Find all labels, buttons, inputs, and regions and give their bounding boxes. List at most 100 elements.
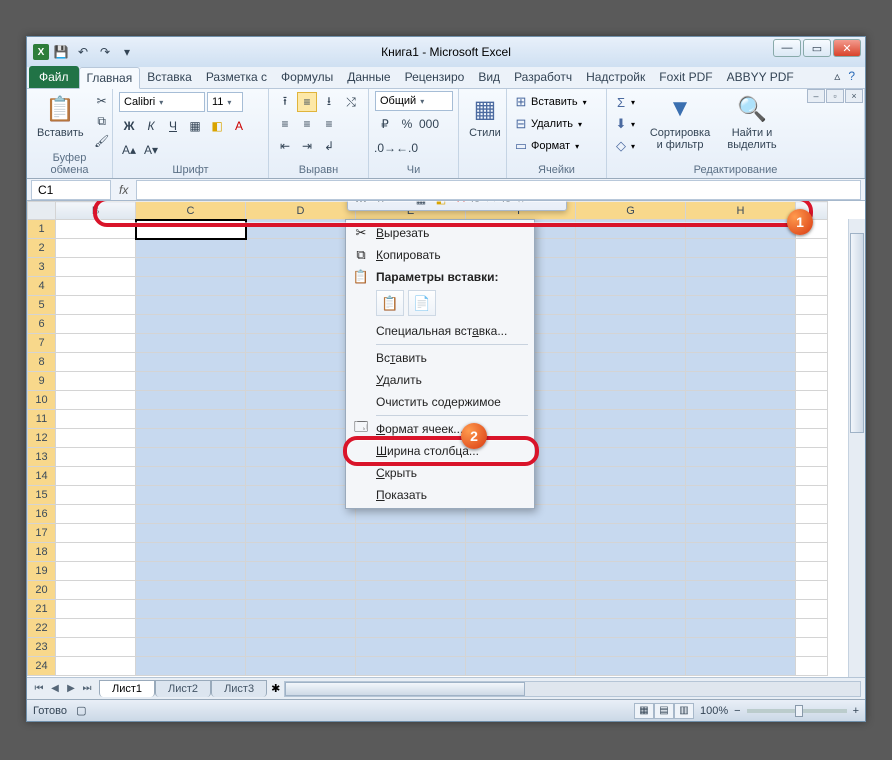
mini-italic[interactable]: К <box>372 201 390 208</box>
row-header-7[interactable]: 7 <box>28 334 56 353</box>
ctx-insert[interactable]: Вставить <box>348 347 532 369</box>
increase-indent-button[interactable]: ⇥ <box>297 136 317 156</box>
cell[interactable] <box>796 657 828 676</box>
cell[interactable] <box>576 410 686 429</box>
cell[interactable] <box>136 486 246 505</box>
cell[interactable] <box>356 657 466 676</box>
mini-bold[interactable]: Ж <box>352 201 370 208</box>
ribbon-tab-2[interactable]: Разметка с <box>199 67 274 88</box>
cell[interactable] <box>686 448 796 467</box>
scrollbar-thumb[interactable] <box>285 682 525 696</box>
cell[interactable] <box>686 524 796 543</box>
row-header-22[interactable]: 22 <box>28 619 56 638</box>
cell[interactable] <box>246 600 356 619</box>
cell[interactable] <box>136 543 246 562</box>
cell[interactable] <box>136 258 246 277</box>
name-box[interactable]: C1 <box>31 180 111 200</box>
cell[interactable] <box>686 391 796 410</box>
align-middle-button[interactable]: ≡ <box>297 92 317 112</box>
cell[interactable] <box>796 638 828 657</box>
column-header-C[interactable]: C <box>136 202 246 220</box>
cell[interactable] <box>686 220 796 239</box>
cell[interactable] <box>246 657 356 676</box>
cell[interactable] <box>56 239 136 258</box>
ctx-copy[interactable]: ⧉Копировать <box>348 244 532 266</box>
qat-customize-button[interactable]: ▾ <box>117 42 137 62</box>
fx-button[interactable]: fx <box>111 183 136 197</box>
cell[interactable] <box>466 657 576 676</box>
cell[interactable] <box>356 562 466 581</box>
column-header-B[interactable]: B <box>56 202 136 220</box>
cell[interactable] <box>356 619 466 638</box>
cell[interactable] <box>686 486 796 505</box>
view-normal-button[interactable]: ▦ <box>634 703 654 719</box>
cell[interactable] <box>576 505 686 524</box>
sheet-nav-prev[interactable]: ◀ <box>47 681 63 697</box>
cell[interactable] <box>56 334 136 353</box>
align-bottom-button[interactable]: ⭳ <box>319 92 339 112</box>
vertical-scrollbar[interactable] <box>848 219 865 677</box>
cell[interactable] <box>686 467 796 486</box>
ctx-format-cells[interactable]: 🗔Формат ячеек... <box>348 418 532 440</box>
formula-input[interactable] <box>136 180 861 200</box>
wb-close-button[interactable]: × <box>845 89 863 103</box>
cut-button[interactable]: ✂ <box>92 91 112 111</box>
cell[interactable] <box>796 600 828 619</box>
mini-merge[interactable]: ⬌ <box>512 201 530 208</box>
cell[interactable] <box>576 524 686 543</box>
number-format-combo[interactable]: Общий▾ <box>375 91 453 111</box>
ctx-column-width[interactable]: Ширина столбца... <box>348 440 532 462</box>
cell[interactable] <box>796 543 828 562</box>
horizontal-scrollbar[interactable] <box>284 681 861 697</box>
column-header-D[interactable]: D <box>246 202 356 220</box>
cell[interactable] <box>686 410 796 429</box>
cell[interactable] <box>576 486 686 505</box>
cell[interactable] <box>246 619 356 638</box>
grow-font-button[interactable]: A▴ <box>119 140 139 160</box>
minimize-button[interactable]: — <box>773 39 801 57</box>
sort-filter-button[interactable]: ▼ Сортировка и фильтр <box>645 91 715 153</box>
cell[interactable] <box>246 448 356 467</box>
cell[interactable] <box>576 638 686 657</box>
cell[interactable] <box>246 258 356 277</box>
row-header-18[interactable]: 18 <box>28 543 56 562</box>
cell[interactable] <box>136 410 246 429</box>
cell[interactable] <box>246 543 356 562</box>
cell[interactable] <box>576 296 686 315</box>
cell[interactable] <box>576 562 686 581</box>
ribbon-tab-10[interactable]: ABBYY PDF <box>720 67 801 88</box>
cell[interactable] <box>686 277 796 296</box>
row-header-16[interactable]: 16 <box>28 505 56 524</box>
cell[interactable] <box>466 619 576 638</box>
fill-button[interactable]: ⬇▾ <box>613 113 635 135</box>
qat-save-button[interactable]: 💾 <box>51 42 71 62</box>
cell[interactable] <box>576 258 686 277</box>
align-top-button[interactable]: ⭱ <box>275 92 295 112</box>
cell[interactable] <box>136 562 246 581</box>
cell[interactable] <box>56 505 136 524</box>
mini-dec-dec[interactable]: ←.0 <box>492 201 510 208</box>
cell[interactable] <box>796 619 828 638</box>
cell[interactable] <box>56 353 136 372</box>
cell[interactable] <box>136 467 246 486</box>
row-header-3[interactable]: 3 <box>28 258 56 277</box>
cell[interactable] <box>576 657 686 676</box>
cell[interactable] <box>686 239 796 258</box>
cell[interactable] <box>136 353 246 372</box>
cell[interactable] <box>136 372 246 391</box>
sheet-nav-next[interactable]: ▶ <box>63 681 79 697</box>
cell[interactable] <box>686 619 796 638</box>
cell[interactable] <box>56 448 136 467</box>
scrollbar-thumb[interactable] <box>850 233 864 433</box>
cell[interactable] <box>246 315 356 334</box>
sheet-nav-last[interactable]: ⏭ <box>79 681 95 697</box>
cell[interactable] <box>56 315 136 334</box>
row-header-2[interactable]: 2 <box>28 239 56 258</box>
cell[interactable] <box>466 543 576 562</box>
cell[interactable] <box>246 524 356 543</box>
cell[interactable] <box>686 296 796 315</box>
cell[interactable] <box>356 581 466 600</box>
cell[interactable] <box>796 410 828 429</box>
cell[interactable] <box>136 277 246 296</box>
currency-button[interactable]: ₽ <box>375 114 395 134</box>
